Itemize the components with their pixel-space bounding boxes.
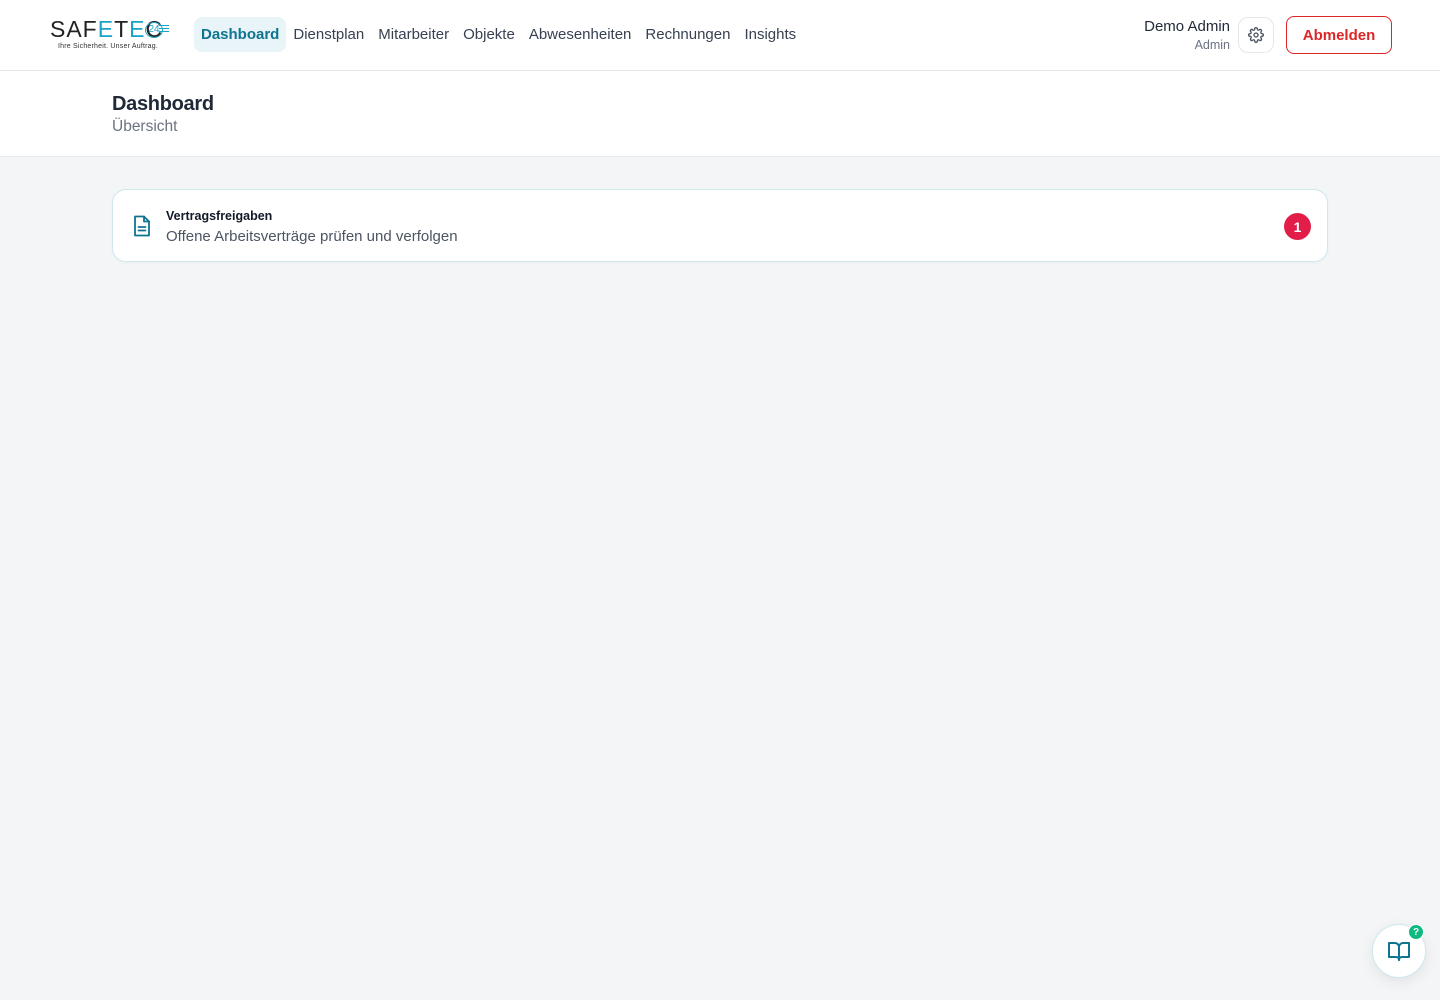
count-badge: 1 <box>1284 213 1311 240</box>
contract-approvals-card[interactable]: Vertragsfreigaben Offene Arbeitsverträge… <box>112 189 1328 262</box>
page-header: Dashboard Übersicht <box>0 71 1440 157</box>
user-role: Admin <box>1194 38 1230 52</box>
card-description: Offene Arbeitsverträge prüfen und verfol… <box>166 228 458 245</box>
safetec-logo[interactable]: SAFETEC 24 Ihre Sicherheit. Unser Auftra… <box>50 16 172 56</box>
nav-item-objekte[interactable]: Objekte <box>456 17 522 52</box>
nav-item-mitarbeiter[interactable]: Mitarbeiter <box>371 17 456 52</box>
help-badge: ? <box>1408 924 1424 940</box>
logo-lines-icon <box>159 25 169 34</box>
card-title: Vertragsfreigaben <box>166 209 273 223</box>
logo-tagline: Ihre Sicherheit. Unser Auftrag. <box>58 43 158 50</box>
document-icon <box>134 215 150 237</box>
nav-item-dashboard[interactable]: Dashboard <box>194 17 287 52</box>
nav-item-abwesenheiten[interactable]: Abwesenheiten <box>522 17 639 52</box>
book-icon <box>1388 942 1410 961</box>
page-title: Dashboard <box>112 93 214 115</box>
gear-icon <box>1248 27 1264 43</box>
nav-item-rechnungen[interactable]: Rechnungen <box>638 17 737 52</box>
page-subtitle: Übersicht <box>112 118 178 135</box>
top-navigation-bar: SAFETEC 24 Ihre Sicherheit. Unser Auftra… <box>0 0 1440 71</box>
logout-button[interactable]: Abmelden <box>1286 16 1392 54</box>
user-name: Demo Admin <box>1144 18 1230 35</box>
settings-button[interactable] <box>1238 17 1274 53</box>
nav-item-dienstplan[interactable]: Dienstplan <box>286 17 371 52</box>
user-info: Demo Admin Admin <box>1144 17 1230 53</box>
main-nav: Dashboard Dienstplan Mitarbeiter Objekte… <box>194 17 803 52</box>
nav-item-insights[interactable]: Insights <box>737 17 803 52</box>
